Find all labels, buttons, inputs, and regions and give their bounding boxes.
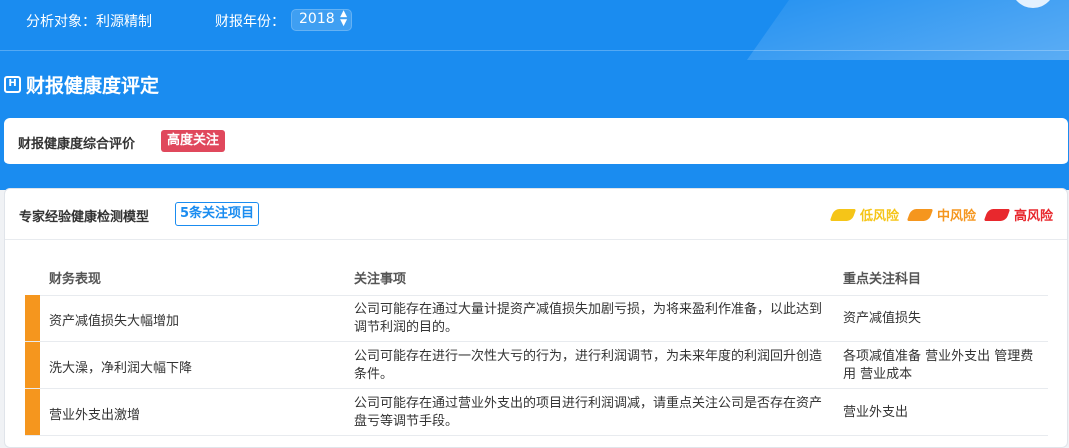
column-header-subjects: 重点关注科目 [843, 272, 922, 287]
legend-low-risk: 低风险 [829, 205, 899, 224]
expert-model-card: 专家经验健康检测模型 5条关注项目 低风险 中风险 高风险 财务表现 关注事项 … [4, 188, 1068, 448]
legend-high-risk: 高风险 [983, 205, 1053, 224]
table-header: 财务表现 关注事项 重点关注科目 [25, 257, 1048, 296]
legend-label: 低风险 [859, 209, 899, 224]
risk-indicator [25, 295, 40, 341]
report-year-label: 财报年份： [215, 14, 285, 30]
concern-cell: 公司可能存在通过营业外支出的项目进行利润调减，请重点关注公司是否存在资产盘亏等调… [354, 396, 823, 429]
concern-cell: 公司可能存在通过大量计提资产减值损失加剧亏损，为将来盈利作准备，以此达到调节利润… [354, 302, 823, 335]
risk-legend: 低风险 中风险 高风险 [822, 205, 1053, 224]
risk-indicator [25, 342, 40, 388]
table-row[interactable]: 资产减值损失大幅增加 公司可能存在通过大量计提资产减值损失加剧亏损，为将来盈利作… [25, 295, 1048, 342]
column-header-concern: 关注事项 [354, 272, 407, 287]
low-risk-swatch [829, 208, 857, 221]
table-row[interactable]: 洗大澡，净利润大幅下降 公司可能存在进行一次性大亏的行为，进行利润调节，为未来年… [25, 342, 1048, 389]
subjects-cell: 资产减值损失 [843, 311, 922, 326]
expert-model-label: 专家经验健康检测模型 [19, 210, 150, 225]
table-row[interactable]: 营业外支出激增 公司可能存在通过营业外支出的项目进行利润调减，请重点关注公司是否… [25, 389, 1048, 436]
performance-cell: 营业外支出激增 [49, 408, 141, 423]
risk-indicator [25, 389, 40, 435]
overall-rating-card: 财报健康度综合评价 高度关注 [4, 118, 1068, 166]
expert-model-header: 专家经验健康检测模型 5条关注项目 低风险 中风险 高风险 [5, 189, 1067, 240]
performance-cell: 资产减值损失大幅增加 [49, 314, 180, 329]
h-square-icon: H [4, 75, 21, 93]
legend-label: 中风险 [936, 209, 976, 224]
top-bar: 分析对象：利源精制 财报年份： 2018 ▲ ▼ [0, 0, 1069, 51]
overall-rating-badge: 高度关注 [161, 130, 226, 152]
stepper-arrows-icon: ▲ ▼ [340, 9, 347, 28]
column-header-performance: 财务表现 [49, 272, 102, 287]
high-risk-swatch [983, 208, 1011, 221]
subjects-cell: 各项减值准备 营业外支出 管理费用 营业成本 [843, 349, 1034, 382]
medium-risk-swatch [906, 208, 934, 221]
focus-count-badge[interactable]: 5条关注项目 [175, 202, 260, 226]
section-title: H 财报健康度评定 [4, 70, 159, 98]
legend-label: 高风险 [1013, 209, 1053, 224]
subjects-cell: 营业外支出 [843, 405, 909, 420]
report-year-select[interactable]: 2018 ▲ ▼ [291, 9, 352, 31]
report-year-value: 2018 [299, 11, 335, 27]
overall-rating-label: 财报健康度综合评价 [18, 137, 136, 152]
performance-cell: 洗大澡，净利润大幅下降 [49, 361, 193, 376]
concern-cell: 公司可能存在进行一次性大亏的行为，进行利润调节，为未来年度的利润回升创造条件。 [354, 349, 823, 382]
legend-medium-risk: 中风险 [906, 205, 976, 224]
analysis-target-label: 分析对象：利源精制 [26, 14, 152, 30]
section-title-text: 财报健康度评定 [26, 74, 160, 97]
